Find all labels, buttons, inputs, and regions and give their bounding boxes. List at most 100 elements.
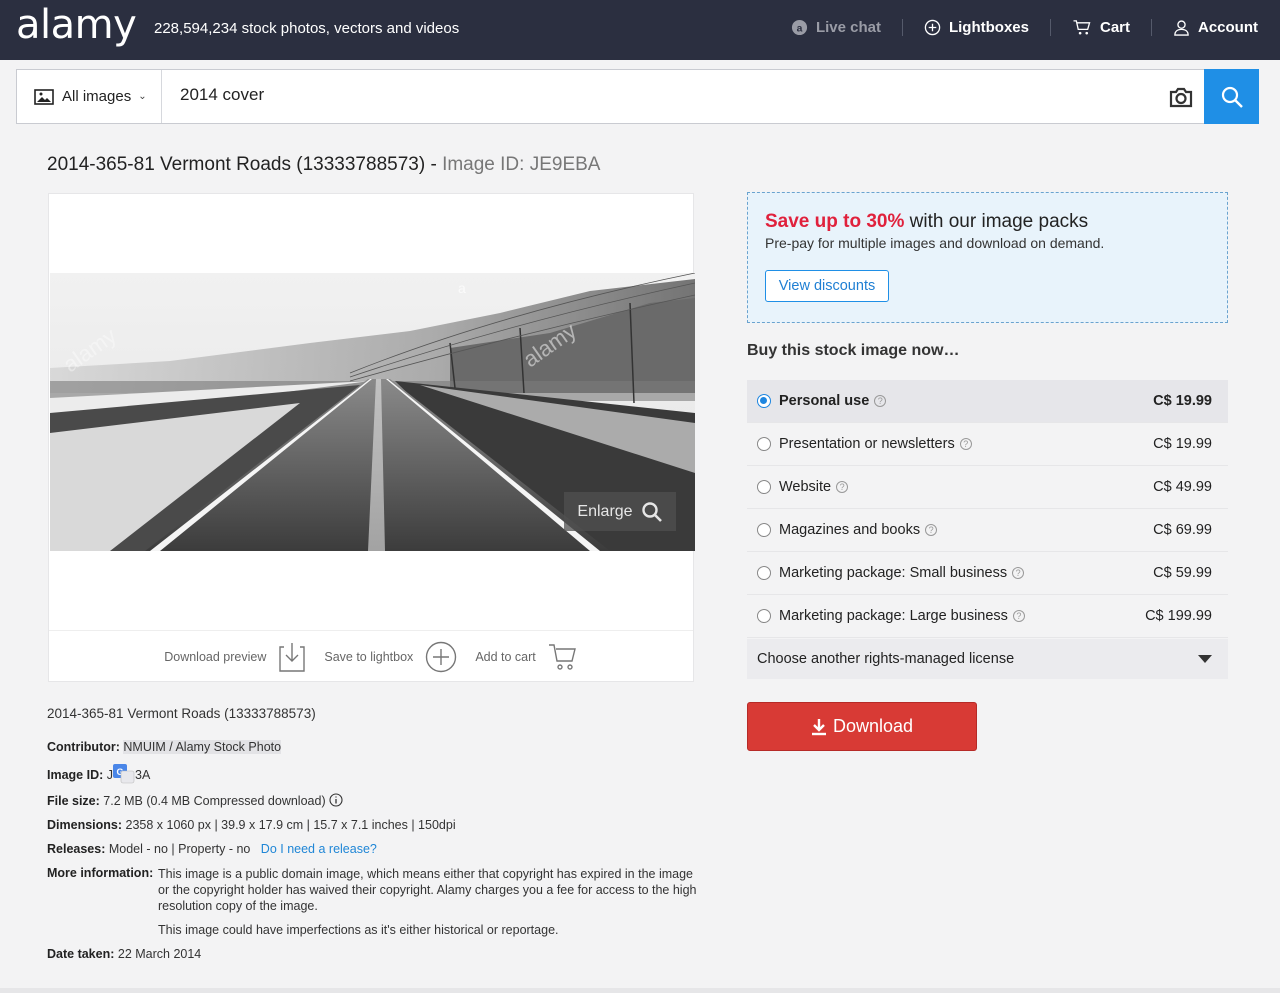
view-discounts-button[interactable]: View discounts xyxy=(765,270,889,302)
help-icon[interactable]: ? xyxy=(925,524,938,536)
promo-headline: Save up to 30% with our image packs xyxy=(765,211,1088,233)
search-input[interactable]: 2014 cover xyxy=(180,85,264,105)
contributor-link[interactable]: NMUIM / Alamy Stock Photo xyxy=(123,740,282,754)
radio-unselected[interactable] xyxy=(757,609,771,623)
dimensions-value: 2358 x 1060 px | 39.9 x 17.9 cm | 15.7 x… xyxy=(125,818,456,832)
help-icon[interactable]: ? xyxy=(1012,567,1025,579)
license-option-large-business[interactable]: Marketing package: Large business? C$ 19… xyxy=(747,595,1228,638)
nav-live-chat-label: Live chat xyxy=(815,18,881,36)
stock-photo[interactable]: a alamy alamy Enlarge xyxy=(50,273,695,551)
date-taken-row: Date taken: 22 March 2014 xyxy=(47,947,697,962)
enlarge-button[interactable]: Enlarge xyxy=(564,492,676,531)
radio-selected[interactable] xyxy=(757,394,771,408)
nav-account-label: Account xyxy=(1198,18,1258,36)
user-icon xyxy=(1174,19,1189,36)
page-title-text: 2014-365-81 Vermont Roads (13333788573) … xyxy=(47,154,437,175)
translate-icon[interactable]: G xyxy=(113,764,135,784)
help-icon[interactable]: ? xyxy=(1012,610,1025,622)
save-to-lightbox-action[interactable]: Save to lightbox xyxy=(324,641,457,673)
release-help-link[interactable]: Do I need a release? xyxy=(261,842,377,856)
file-size-row: File size: 7.2 MB (0.4 MB Compressed dow… xyxy=(47,793,697,809)
radio-unselected[interactable] xyxy=(757,523,771,537)
file-size-value: 7.2 MB (0.4 MB Compressed download) xyxy=(103,794,326,808)
plus-circle-icon xyxy=(426,641,457,672)
cart-icon xyxy=(548,643,576,670)
license-price: C$ 199.99 xyxy=(1145,608,1212,624)
other-license-dropdown[interactable]: Choose another rights-managed license xyxy=(747,639,1228,679)
image-pack-promo: Save up to 30% with our image packs Pre-… xyxy=(747,192,1228,323)
dimensions-row: Dimensions: 2358 x 1060 px | 39.9 x 17.9… xyxy=(47,818,697,833)
radio-unselected[interactable] xyxy=(757,566,771,580)
info-icon[interactable] xyxy=(329,793,343,807)
svg-text:a: a xyxy=(458,280,466,296)
download-icon xyxy=(811,718,826,735)
license-price: C$ 19.99 xyxy=(1153,393,1212,409)
details-title: 2014-365-81 Vermont Roads (13333788573) xyxy=(47,706,316,721)
dimensions-label: Dimensions: xyxy=(47,818,123,832)
download-tray-icon xyxy=(279,642,306,672)
more-info-text: This image is a public domain image, whi… xyxy=(158,866,697,946)
footer-divider xyxy=(0,988,1280,993)
license-label: Personal use xyxy=(779,393,870,409)
image-actions-bar: Download preview Save to lightbox Add to… xyxy=(49,630,693,682)
alamy-logo[interactable]: alamy xyxy=(16,2,137,48)
image-icon xyxy=(34,88,54,105)
license-options: Personal use? C$ 19.99 Presentation or n… xyxy=(747,380,1228,679)
file-size-label: File size: xyxy=(47,794,100,808)
image-id-end: 3A xyxy=(135,768,151,782)
license-label: Magazines and books xyxy=(779,522,921,538)
page-title: 2014-365-81 Vermont Roads (13333788573) … xyxy=(47,154,600,176)
header-nav: a Live chat Lightboxes Cart Account xyxy=(770,16,1258,38)
license-option-presentation[interactable]: Presentation or newsletters? C$ 19.99 xyxy=(747,423,1228,466)
header-tagline: 228,594,234 stock photos, vectors and vi… xyxy=(154,20,460,37)
nav-cart[interactable]: Cart xyxy=(1049,18,1151,36)
license-price: C$ 49.99 xyxy=(1153,479,1212,495)
nav-live-chat[interactable]: a Live chat xyxy=(770,19,902,36)
license-label: Website xyxy=(779,479,832,495)
license-label: Marketing package: Small business xyxy=(779,565,1008,581)
promo-subtext: Pre-pay for multiple images and download… xyxy=(765,235,1105,251)
help-icon[interactable]: ? xyxy=(959,438,972,450)
page-title-image-id: Image ID: JE9EBA xyxy=(442,154,601,175)
help-icon[interactable]: ? xyxy=(836,481,849,493)
image-id-label: Image ID: xyxy=(47,768,104,782)
search-scope-dropdown[interactable]: All images ⌄ xyxy=(17,70,162,123)
other-license-label: Choose another rights-managed license xyxy=(757,651,1015,667)
license-label: Marketing package: Large business xyxy=(779,608,1008,624)
nav-lightboxes[interactable]: Lightboxes xyxy=(901,18,1050,36)
license-option-magazines[interactable]: Magazines and books? C$ 69.99 xyxy=(747,509,1228,552)
license-price: C$ 59.99 xyxy=(1153,565,1212,581)
save-to-lightbox-label: Save to lightbox xyxy=(324,649,414,664)
releases-row: Releases: Model - no | Property - no Do … xyxy=(47,842,697,857)
image-id-row: Image ID: J G 3A xyxy=(47,764,697,784)
date-taken-label: Date taken: xyxy=(47,947,115,961)
license-option-small-business[interactable]: Marketing package: Small business? C$ 59… xyxy=(747,552,1228,595)
radio-unselected[interactable] xyxy=(757,480,771,494)
releases-label: Releases: xyxy=(47,842,106,856)
promo-headline-rest: with our image packs xyxy=(904,211,1089,232)
radio-unselected[interactable] xyxy=(757,437,771,451)
nav-lightboxes-label: Lightboxes xyxy=(948,18,1029,36)
add-to-cart-label: Add to cart xyxy=(475,649,536,664)
add-to-cart-action[interactable]: Add to cart xyxy=(475,641,577,673)
help-icon[interactable]: ? xyxy=(874,395,887,407)
download-preview-label: Download preview xyxy=(164,649,267,664)
license-price: C$ 19.99 xyxy=(1153,436,1212,452)
download-button[interactable]: Download xyxy=(747,702,977,751)
download-preview-action[interactable]: Download preview xyxy=(164,641,306,673)
chat-icon: a xyxy=(791,19,807,35)
license-option-website[interactable]: Website? C$ 49.99 xyxy=(747,466,1228,509)
license-option-personal[interactable]: Personal use? C$ 19.99 xyxy=(747,380,1228,423)
releases-value: Model - no | Property - no xyxy=(108,842,251,856)
search-button[interactable] xyxy=(1204,69,1259,124)
more-info-paragraph-2: This image could have imperfections as i… xyxy=(158,923,559,937)
nav-account[interactable]: Account xyxy=(1151,18,1258,36)
more-info-label: More information: xyxy=(47,866,154,880)
contributor-label: Contributor: xyxy=(47,740,120,754)
image-preview-panel: a alamy alamy Enlarge Download preview S… xyxy=(48,193,695,682)
download-label: Download xyxy=(832,716,914,736)
camera-search-icon[interactable] xyxy=(1168,86,1194,108)
caret-down-icon xyxy=(1198,655,1212,663)
license-price: C$ 69.99 xyxy=(1153,522,1212,538)
chevron-down-icon: ⌄ xyxy=(138,91,147,102)
